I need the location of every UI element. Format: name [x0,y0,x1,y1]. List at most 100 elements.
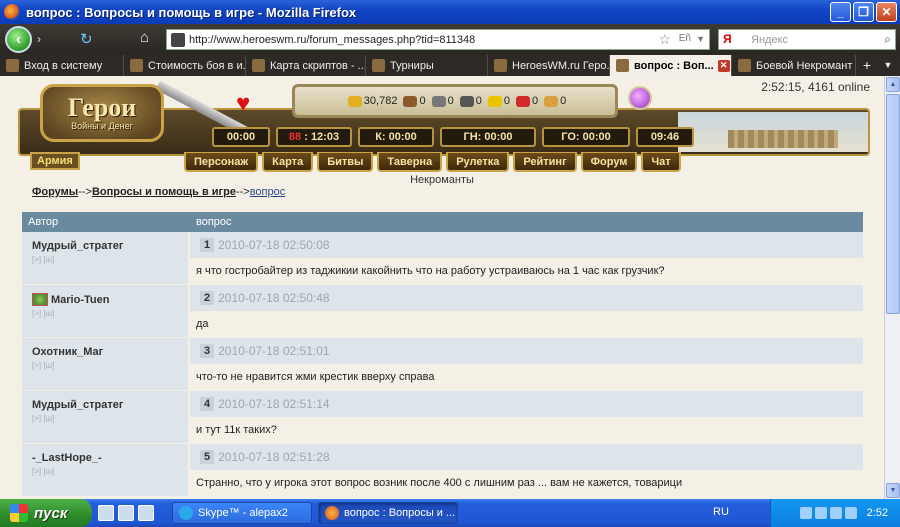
thread-header: Автор вопрос [22,212,863,232]
post-number[interactable]: 4 [200,397,215,411]
tab-list-button[interactable]: ▼ [878,54,898,76]
post-author[interactable]: Охотник_Маг [32,346,188,358]
post-author-icons[interactable]: [>] [ш] [32,361,188,370]
back-button[interactable]: ‹ [5,26,32,53]
windows-logo-icon [10,504,28,522]
scroll-up-icon[interactable]: ▲ [886,77,900,92]
post-number[interactable]: 2 [200,291,215,305]
menu-roulette[interactable]: Рулетка [446,152,510,172]
breadcrumb-section[interactable]: Вопросы и помощь в игре [92,186,236,198]
tab-heroeswm[interactable]: HeroesWM.ru Геро... [488,55,610,76]
menu-forum[interactable]: Форум [580,152,638,172]
forum-thread: Автор вопрос Мудрый_стратег [>] [ш] 1 201… [22,212,863,497]
tab-battle-cost[interactable]: Стоимость боя в и... [124,55,246,76]
clock: 2:52 [866,507,888,519]
post-author[interactable]: Mario-Tuen [51,294,109,306]
tab-login[interactable]: Вход в систему [0,55,124,76]
post-meta: 1 2010-07-18 02:50:08 [190,232,863,258]
tab-favicon-icon [494,59,507,72]
tab-close-icon[interactable]: ✕ [717,59,730,72]
quicklaunch-pdf-icon[interactable] [118,505,134,521]
menu-tavern[interactable]: Таверна [377,152,443,172]
bookmark-star-icon[interactable]: ☆ [658,31,671,48]
update-icon[interactable] [844,507,857,519]
post-author-cell: Мудрый_стратег [>] [ш] [22,232,190,284]
crystal-icon [515,95,530,107]
system-tray: RU 2:52 [713,499,900,527]
clan-avatar-icon[interactable] [32,293,48,306]
forward-button[interactable]: › [37,32,41,46]
post-author[interactable]: -_LastHope_- [32,452,188,464]
army-button[interactable]: Армия [30,152,80,170]
translate-icon[interactable]: Eñ [679,33,691,44]
skype-icon [179,506,193,520]
breadcrumb-topic[interactable]: вопрос [250,186,286,198]
post-date: 2010-07-18 02:50:08 [218,238,330,252]
tab-scripts-map[interactable]: Карта скриптов - ... [246,55,366,76]
navigation-toolbar: ‹ › ↻ ⌂ http://www.heroeswm.ru/forum_mes… [0,24,900,54]
tab-favicon-icon [130,59,143,72]
taskbar-firefox[interactable]: вопрос : Вопросы и ... [318,502,458,524]
post-text: да [190,311,863,337]
quicklaunch-desktop-icon[interactable] [138,505,154,521]
url-dropdown-icon[interactable]: ▼ [696,34,705,44]
post-number[interactable]: 5 [200,450,215,464]
menu-rating[interactable]: Рейтинг [513,152,577,172]
quick-launch [98,505,154,521]
network-icon[interactable] [799,507,812,519]
menu-map[interactable]: Карта [262,152,314,172]
post-author[interactable]: Мудрый_стратег [32,399,188,411]
post-author-cell: Охотник_Маг [>] [ш] [22,338,190,390]
timer-k: К: 00:00 [358,127,434,147]
url-text: http://www.heroeswm.ru/forum_messages.ph… [189,33,476,46]
post-body: 4 2010-07-18 02:51:14 и тут 11к таких? [190,391,863,443]
minimize-button[interactable]: _ [830,2,851,22]
reload-icon[interactable]: ↻ [80,30,93,48]
post-author-icons[interactable]: [>] [ш] [32,309,188,318]
post-number[interactable]: 3 [200,344,215,358]
post-author-cell: Мудрый_стратег [>] [ш] [22,391,190,443]
tab-current-question[interactable]: вопрос : Воп... ✕ [610,55,732,76]
menu-character[interactable]: Персонаж [184,152,259,172]
resources-bar: 30,782 0 0 0 0 0 0 [292,84,618,118]
post-author-icons[interactable]: [>] [ш] [32,414,188,423]
home-icon[interactable]: ⌂ [140,29,149,46]
post-date: 2010-07-18 02:50:48 [218,291,330,305]
taskbar-skype[interactable]: Skype™ - alepax2 [172,502,312,524]
vertical-scrollbar[interactable]: ▲ ▼ [884,76,900,499]
tab-tournaments[interactable]: Турниры [366,55,488,76]
firefox-icon [325,506,339,520]
address-bar[interactable]: http://www.heroeswm.ru/forum_messages.ph… [166,29,710,50]
menu-battles[interactable]: Битвы [317,152,374,172]
menu-chat[interactable]: Чат [641,152,681,172]
breadcrumb-forums[interactable]: Форумы [32,186,78,198]
security-icon[interactable] [829,507,842,519]
game-header: Герои Войны и Денег ♥ 30,782 0 0 0 0 0 0… [18,78,870,174]
tab-favicon-icon [738,59,751,72]
post-date: 2010-07-18 02:51:28 [218,450,330,464]
search-placeholder: Яндекс [751,33,788,46]
game-logo[interactable]: Герои Войны и Денег [40,84,164,142]
scroll-down-icon[interactable]: ▼ [886,483,900,498]
quicklaunch-app-icon[interactable] [98,505,114,521]
tab-favicon-icon [252,59,265,72]
search-icon[interactable]: ⌕ [884,32,891,47]
maximize-button[interactable]: ❐ [853,2,874,22]
post-meta: 2 2010-07-18 02:50:48 [190,285,863,311]
start-button[interactable]: пуск [0,499,92,527]
close-button[interactable]: ✕ [876,2,897,22]
tab-necromancer[interactable]: Боевой Некромант ... [732,55,856,76]
search-input[interactable]: Я Яндекс ⌕ [718,29,896,50]
forum-post: -_LastHope_- [>] [ш] 5 2010-07-18 02:51:2… [22,444,863,497]
volume-icon[interactable] [814,507,827,519]
post-author[interactable]: Мудрый_стратег [32,240,188,252]
scroll-thumb[interactable] [886,94,900,314]
new-tab-button[interactable]: + [856,54,878,76]
post-meta: 5 2010-07-18 02:51:28 [190,444,863,470]
gems-value: 0 [560,95,567,107]
post-author-icons[interactable]: [>] [ш] [32,467,188,476]
faction-label: Некроманты [410,174,474,186]
post-number[interactable]: 1 [200,238,215,252]
post-author-icons[interactable]: [>] [ш] [32,255,188,264]
language-indicator[interactable]: RU [713,506,729,518]
